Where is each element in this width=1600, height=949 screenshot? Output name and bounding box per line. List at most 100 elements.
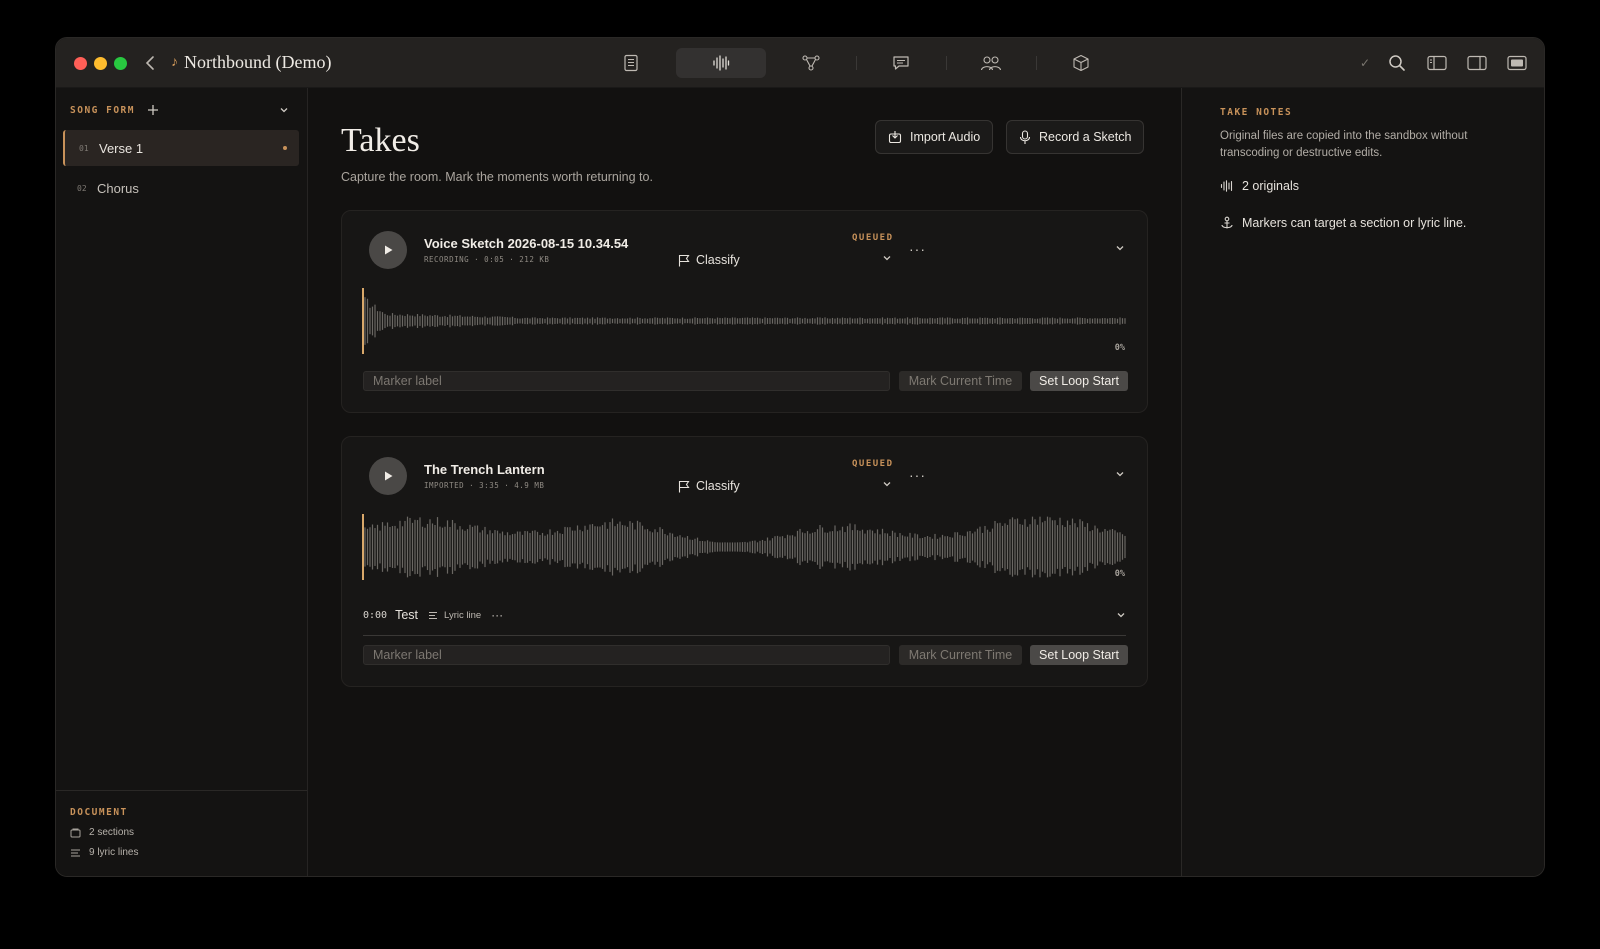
sections-count-row: 2 sections (70, 827, 293, 838)
toolbar-right: ✓ (1360, 50, 1530, 76)
add-section-button[interactable] (147, 104, 159, 116)
set-loop-start-button[interactable]: Set Loop Start (1030, 645, 1128, 665)
marker-label-input[interactable] (363, 645, 890, 665)
title-bar: ♪ Northbound (Demo) ✓ (56, 38, 1544, 88)
toggle-left-sidebar-button[interactable] (1424, 50, 1450, 76)
document-title: ♪ Northbound (Demo) (171, 52, 331, 73)
toggle-panel-button[interactable] (1504, 50, 1530, 76)
play-button[interactable] (369, 457, 407, 495)
zoom-window-button[interactable] (114, 57, 127, 70)
song-form-header: SONG FORM (70, 104, 289, 116)
panel-icon (1507, 55, 1527, 71)
marker-row[interactable]: 0:00 Test Lyric line ··· (363, 605, 1126, 625)
lyrics-tab[interactable] (586, 48, 676, 78)
mark-current-time-button[interactable]: Mark Current Time (899, 645, 1022, 665)
classify-button[interactable]: Classify (678, 253, 740, 267)
take-meta: IMPORTED · 3:35 · 4.9 MB (424, 481, 545, 490)
marker-options-button[interactable]: ··· (491, 608, 503, 622)
waveform-icon (713, 55, 730, 71)
sidebar-item-verse-1[interactable]: 01 Verse 1 (63, 130, 299, 166)
chat-icon (893, 56, 909, 70)
comments-tab[interactable] (856, 48, 946, 78)
page-title: Takes (341, 122, 420, 159)
search-icon (1389, 55, 1405, 71)
sidebar-right-icon (1467, 55, 1487, 71)
play-button[interactable] (369, 231, 407, 269)
lyric-lines-count-row: 9 lyric lines (70, 847, 293, 858)
branch-icon (802, 55, 820, 71)
expand-take-button[interactable] (1115, 470, 1125, 478)
status-dropdown[interactable] (882, 480, 892, 488)
classify-label: Classify (696, 253, 740, 267)
waveform[interactable] (362, 514, 1128, 580)
markers-note-row: Markers can target a section or lyric li… (1220, 216, 1466, 230)
song-form-sidebar: SONG FORM 01 Verse 1 02 Chorus DOCUMENT … (56, 88, 308, 876)
sidebar-item-chorus[interactable]: 02 Chorus (63, 170, 299, 206)
status-badge: QUEUED (852, 459, 894, 469)
app-window: ♪ Northbound (Demo) ✓ SONG FORM 01 Verse… (55, 37, 1545, 877)
more-options-button[interactable]: ··· (909, 241, 926, 257)
unsaved-dot (283, 146, 287, 150)
anchor-icon (1221, 216, 1233, 229)
plus-icon (147, 105, 158, 115)
marker-expand-button[interactable] (1116, 611, 1126, 619)
lyric-lines-count: 9 lyric lines (89, 847, 139, 858)
status-dropdown[interactable] (882, 254, 892, 262)
collapse-song-form-button[interactable] (279, 106, 289, 114)
folder-icon (70, 828, 81, 837)
toggle-right-sidebar-button[interactable] (1464, 50, 1490, 76)
minimize-window-button[interactable] (94, 57, 107, 70)
take-meta: RECORDING · 0:05 · 212 KB (424, 255, 550, 264)
section-name: Chorus (97, 180, 139, 196)
take-notes-heading: TAKE NOTES (1220, 107, 1293, 118)
marker-target: Lyric line (444, 609, 482, 621)
more-options-button[interactable]: ··· (909, 467, 926, 483)
takes-tab[interactable] (676, 48, 766, 78)
take-notes-inspector: TAKE NOTES Original files are copied int… (1181, 88, 1544, 876)
mark-current-time-button[interactable]: Mark Current Time (899, 371, 1022, 391)
export-tab[interactable] (1036, 48, 1126, 78)
markers-note: Markers can target a section or lyric li… (1242, 216, 1467, 230)
take-notes-description: Original files are copied into the sandb… (1220, 130, 1468, 159)
document-heading: DOCUMENT (70, 807, 128, 818)
record-sketch-button[interactable]: Record a Sketch (1006, 120, 1145, 154)
classify-button[interactable]: Classify (678, 479, 740, 493)
document-summary: DOCUMENT 2 sections 9 lyric lines (56, 790, 307, 876)
set-loop-start-button[interactable]: Set Loop Start (1030, 371, 1128, 391)
take-card-voice-sketch: Voice Sketch 2026-08-15 10.34.54 RECORDI… (341, 210, 1148, 413)
expand-take-button[interactable] (1115, 244, 1125, 252)
play-icon (385, 245, 393, 255)
marker-time: 0:00 (363, 609, 388, 621)
chevron-down-icon (280, 108, 288, 113)
close-window-button[interactable] (74, 57, 87, 70)
section-number: 01 (79, 143, 89, 153)
divider (363, 635, 1126, 636)
section-name: Verse 1 (99, 140, 144, 156)
chevron-left-icon (145, 56, 154, 70)
chevron-down-icon (883, 256, 891, 261)
document-icon (624, 54, 638, 72)
classify-label: Classify (696, 479, 740, 493)
section-number: 02 (77, 183, 87, 193)
box-icon (1073, 54, 1089, 72)
collaborators-tab[interactable] (946, 48, 1036, 78)
marker-name: Test (395, 608, 419, 622)
lines-icon (71, 849, 80, 856)
chevron-down-icon (883, 482, 891, 487)
marker-label-input[interactable] (363, 371, 890, 391)
take-name: The Trench Lantern (424, 462, 545, 477)
waveform[interactable] (362, 288, 1128, 354)
search-button[interactable] (1384, 50, 1410, 76)
view-switcher (586, 48, 1126, 78)
music-note-icon: ♪ (171, 54, 178, 70)
sync-status-check: ✓ (1359, 56, 1370, 70)
status-badge: QUEUED (852, 233, 894, 243)
structure-tab[interactable] (766, 48, 856, 78)
progress-percent: 0% (1114, 343, 1125, 353)
back-button[interactable] (144, 52, 162, 74)
takes-main: Takes Capture the room. Mark the moments… (309, 88, 1181, 876)
import-audio-button[interactable]: Import Audio (875, 120, 994, 154)
document-title-text: Northbound (Demo) (184, 52, 332, 72)
chevron-down-icon (1116, 472, 1124, 477)
sections-count: 2 sections (89, 827, 135, 838)
